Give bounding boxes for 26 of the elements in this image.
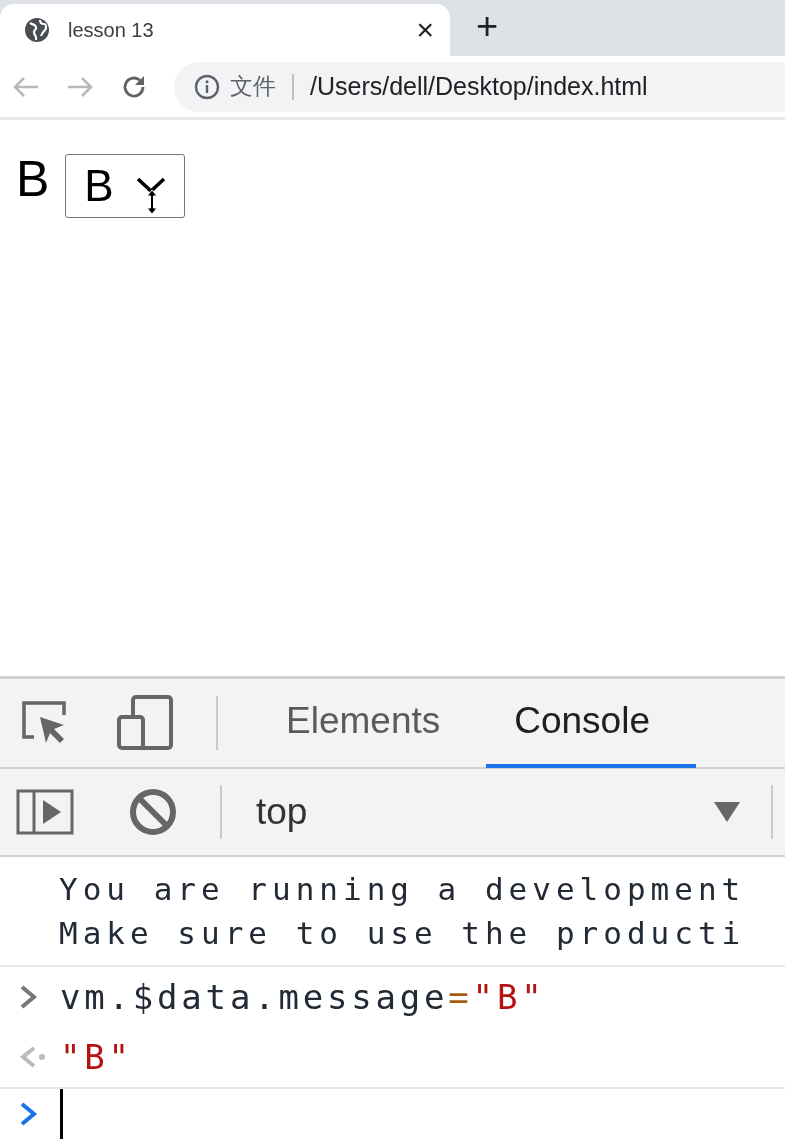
select-field[interactable]: B bbox=[65, 154, 186, 218]
console-result: "B" bbox=[60, 1036, 133, 1079]
console-message: Make sure to use the producti bbox=[59, 914, 747, 953]
message-text: B bbox=[16, 154, 50, 204]
devtools-tab[interactable]: Console bbox=[486, 678, 696, 768]
tab-title[interactable]: lesson 13 bbox=[68, 15, 399, 45]
url-text: /Users/dell/Desktop/index.html bbox=[310, 70, 648, 102]
console-command: vm.$data.message="B" bbox=[60, 976, 546, 1019]
new-tab-button[interactable]: + bbox=[476, 7, 499, 49]
sidebar-toggle-icon[interactable] bbox=[16, 789, 74, 835]
close-tab-button[interactable]: × bbox=[416, 15, 434, 45]
devtools-tab[interactable]: Elements bbox=[258, 678, 487, 768]
prompt-chevron-icon bbox=[18, 984, 40, 1010]
clear-console-icon[interactable] bbox=[128, 787, 178, 837]
dropdown-arrow-icon bbox=[713, 801, 741, 823]
result-arrow-icon bbox=[18, 1045, 48, 1069]
chevron-down-icon bbox=[135, 177, 166, 195]
scheme-label: 文件 bbox=[230, 72, 276, 102]
info-icon[interactable] bbox=[194, 73, 220, 100]
context-dropdown[interactable]: top bbox=[256, 768, 771, 856]
console-message: You are running a development bbox=[59, 870, 747, 909]
globe-icon bbox=[24, 17, 50, 43]
address-bar[interactable]: 文件 /Users/dell/Desktop/index.html bbox=[174, 61, 785, 112]
prompt-chevron-icon bbox=[18, 1101, 40, 1127]
resize-cursor-icon bbox=[146, 189, 159, 215]
device-toggle-icon[interactable] bbox=[116, 695, 174, 751]
